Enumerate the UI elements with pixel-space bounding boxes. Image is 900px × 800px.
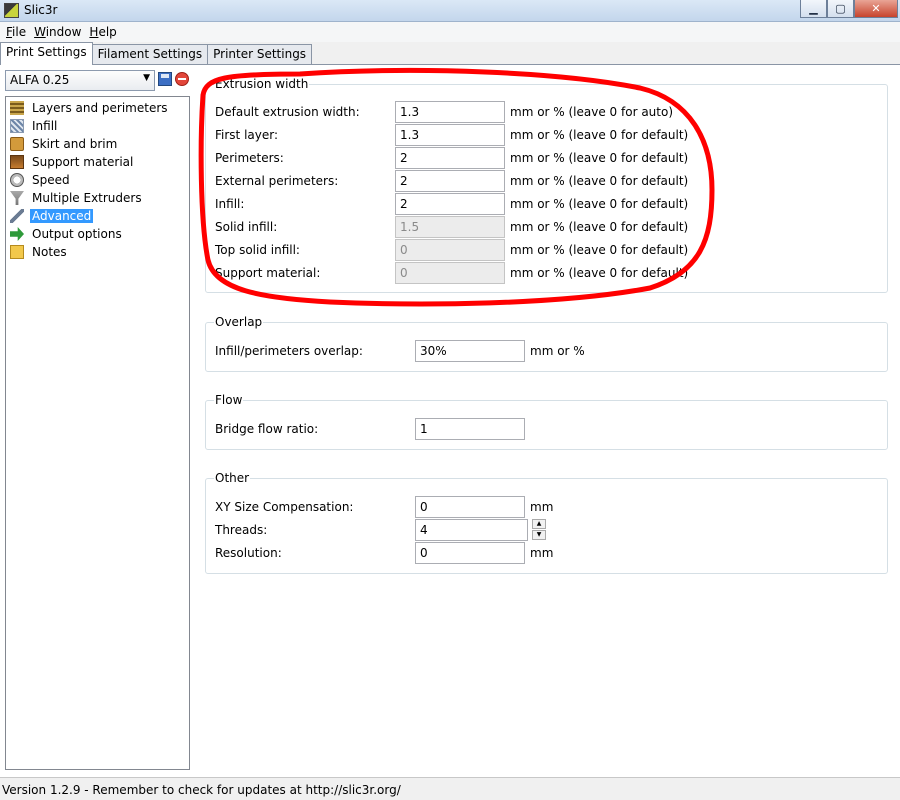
tab-print-settings[interactable]: Print Settings: [0, 42, 93, 65]
sidebar-item-output-options[interactable]: Output options: [10, 225, 124, 243]
menu-help[interactable]: Help: [87, 25, 122, 39]
group-title-overlap: Overlap: [214, 315, 264, 329]
overlap-group: Overlap Infill/perimeters overlap: 30% m…: [205, 315, 888, 372]
window-title: Slic3r: [24, 3, 58, 17]
spin-up-icon[interactable]: ▲: [532, 519, 546, 529]
save-preset-icon[interactable]: [158, 72, 172, 86]
chevron-down-icon: ▼: [143, 73, 150, 83]
sidebar-item-multiple-extruders[interactable]: Multiple Extruders: [10, 189, 144, 207]
menu-file[interactable]: File: [4, 25, 32, 39]
close-icon: ✕: [871, 2, 881, 15]
infill-perimeters-overlap-input[interactable]: 30%: [415, 340, 525, 362]
external-perimeters-width-input[interactable]: 2: [395, 170, 505, 192]
tab-filament-settings[interactable]: Filament Settings: [91, 44, 209, 65]
top-solid-infill-width-input[interactable]: 0: [395, 239, 505, 261]
window-controls: ▁ ▢ ✕: [800, 0, 898, 18]
notes-icon: [10, 245, 24, 259]
group-title-extrusion-width: Extrusion width: [214, 77, 310, 91]
minimize-button[interactable]: ▁: [800, 0, 827, 18]
preset-value: ALFA 0.25: [10, 73, 70, 87]
support-icon: [10, 155, 24, 169]
settings-tabs: Print Settings Filament Settings Printer…: [0, 42, 313, 65]
maximize-button[interactable]: ▢: [827, 0, 854, 18]
tab-printer-settings[interactable]: Printer Settings: [207, 44, 313, 65]
group-title-flow: Flow: [214, 393, 244, 407]
solid-infill-width-input[interactable]: 1.5: [395, 216, 505, 238]
spin-down-icon[interactable]: ▼: [532, 530, 546, 540]
status-bar: Version 1.2.9 - Remember to check for up…: [0, 777, 900, 800]
extrusion-width-group: Extrusion width Default extrusion width:…: [205, 77, 888, 293]
sidebar-item-notes[interactable]: Notes: [10, 243, 69, 261]
sidebar-item-infill[interactable]: Infill: [10, 117, 59, 135]
sidebar-item-advanced[interactable]: Advanced: [10, 207, 94, 225]
other-group: Other XY Size Compensation: 0 mm Threads…: [205, 471, 888, 574]
skirt-icon: [10, 137, 24, 151]
layers-icon: [10, 101, 24, 115]
funnel-icon: [10, 191, 24, 205]
threads-input[interactable]: 4: [415, 519, 528, 541]
infill-width-input[interactable]: 2: [395, 193, 505, 215]
title-bar: Slic3r ▁ ▢ ✕: [0, 0, 900, 22]
first-layer-width-input[interactable]: 1.3: [395, 124, 505, 146]
close-button[interactable]: ✕: [854, 0, 898, 18]
settings-page-tree: Layers and perimeters Infill Skirt and b…: [5, 96, 190, 770]
infill-icon: [10, 119, 24, 133]
speed-icon: [10, 173, 24, 187]
slic3r-logo-icon: [4, 3, 19, 18]
threads-spinner[interactable]: ▲ ▼: [532, 519, 546, 541]
default-extrusion-width-input[interactable]: 1.3: [395, 101, 505, 123]
sidebar-item-speed[interactable]: Speed: [10, 171, 72, 189]
sidebar-item-layers-and-perimeters[interactable]: Layers and perimeters: [10, 99, 170, 117]
minimize-icon: ▁: [809, 2, 818, 15]
output-icon: [10, 227, 24, 241]
perimeters-width-input[interactable]: 2: [395, 147, 505, 169]
menu-bar: File Window Help: [0, 22, 900, 42]
bridge-flow-ratio-input[interactable]: 1: [415, 418, 525, 440]
sidebar-item-skirt-and-brim[interactable]: Skirt and brim: [10, 135, 119, 153]
support-material-width-input[interactable]: 0: [395, 262, 505, 284]
delete-preset-icon[interactable]: [175, 72, 189, 86]
wrench-icon: [10, 209, 24, 223]
flow-group: Flow Bridge flow ratio: 1: [205, 393, 888, 450]
xy-size-compensation-input[interactable]: 0: [415, 496, 525, 518]
group-title-other: Other: [214, 471, 251, 485]
sidebar-item-support-material[interactable]: Support material: [10, 153, 135, 171]
maximize-icon: ▢: [835, 2, 846, 15]
resolution-input[interactable]: 0: [415, 542, 525, 564]
menu-window[interactable]: Window: [32, 25, 87, 39]
preset-select[interactable]: ALFA 0.25 ▼: [5, 70, 155, 91]
